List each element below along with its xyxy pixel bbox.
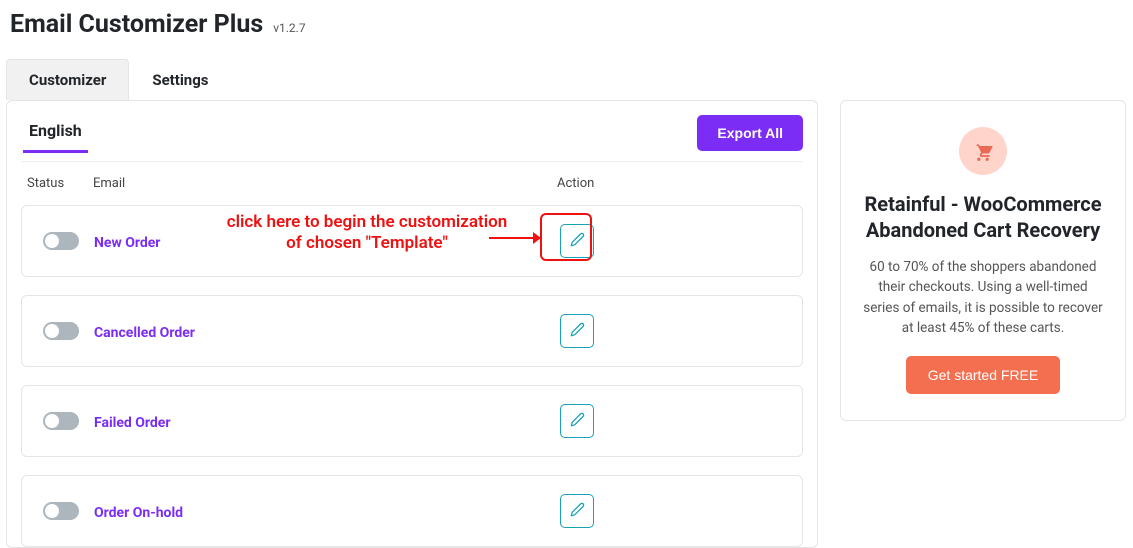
pencil-icon xyxy=(570,232,585,250)
table-row: Order On-hold xyxy=(21,475,803,547)
pencil-icon xyxy=(570,502,585,520)
pencil-icon xyxy=(570,322,585,340)
promo-description: 60 to 70% of the shoppers abandoned thei… xyxy=(859,257,1107,338)
status-toggle[interactable] xyxy=(43,412,79,430)
col-email: Email xyxy=(93,176,557,191)
table-row: Cancelled Order xyxy=(21,295,803,367)
table-row: Failed Order xyxy=(21,385,803,457)
email-link-new-order[interactable]: New Order xyxy=(94,235,160,251)
col-status: Status xyxy=(27,176,93,191)
edit-button[interactable] xyxy=(560,224,594,258)
app-version: v1.2.7 xyxy=(273,21,305,35)
edit-button[interactable] xyxy=(560,404,594,438)
col-action: Action xyxy=(557,176,797,191)
subtab-english[interactable]: English xyxy=(23,121,88,153)
email-link-cancelled-order[interactable]: Cancelled Order xyxy=(94,325,195,341)
table-row: New Order click here to begin the custom… xyxy=(21,205,803,277)
status-toggle[interactable] xyxy=(43,322,79,340)
cart-icon xyxy=(959,127,1007,175)
edit-button[interactable] xyxy=(560,494,594,528)
pencil-icon xyxy=(570,412,585,430)
edit-button[interactable] xyxy=(560,314,594,348)
export-all-button[interactable]: Export All xyxy=(697,115,803,151)
status-toggle[interactable] xyxy=(43,502,79,520)
main-tabs: Customizer Settings xyxy=(6,59,1127,100)
status-toggle[interactable] xyxy=(43,232,79,250)
email-link-order-on-hold[interactable]: Order On-hold xyxy=(94,505,183,521)
customizer-panel: English Export All Status Email Action N… xyxy=(6,100,818,548)
tab-customizer[interactable]: Customizer xyxy=(6,59,129,100)
table-header: Status Email Action xyxy=(21,162,803,205)
promo-card: Retainful - WooCommerce Abandoned Cart R… xyxy=(840,100,1126,421)
tab-settings[interactable]: Settings xyxy=(129,59,231,100)
get-started-button[interactable]: Get started FREE xyxy=(906,356,1060,394)
promo-title: Retainful - WooCommerce Abandoned Cart R… xyxy=(859,191,1107,243)
email-link-failed-order[interactable]: Failed Order xyxy=(94,415,171,431)
page-header: Email Customizer Plus v1.2.7 xyxy=(6,4,1127,55)
page-title: Email Customizer Plus xyxy=(10,10,263,39)
